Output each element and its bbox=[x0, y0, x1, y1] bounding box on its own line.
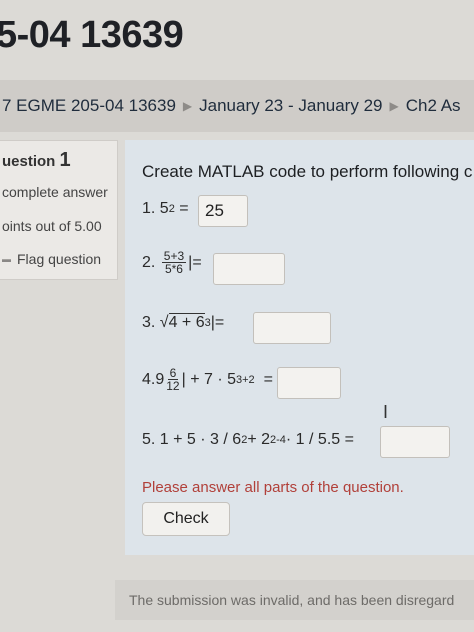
question-prompt: Create MATLAB code to perform following … bbox=[142, 162, 473, 181]
text-cursor-icon: I bbox=[383, 402, 389, 422]
question-number: 1 bbox=[59, 149, 71, 171]
breadcrumb-course[interactable]: 7 EGME 205-04 13639 bbox=[2, 96, 176, 116]
part-5-expression: 5. 1 + 5 · 3 / 62 + 2 2-4 · 1 / 5.5 = bbox=[142, 431, 354, 448]
breadcrumb-separator-icon: ▶ bbox=[182, 99, 193, 113]
question-label: uestion 1 bbox=[2, 149, 71, 171]
answer-field-5[interactable] bbox=[380, 426, 450, 458]
answer-field-1[interactable] bbox=[198, 195, 248, 227]
course-title: 5-04 13639 bbox=[0, 14, 184, 56]
validation-message: Please answer all parts of the question. bbox=[142, 479, 404, 496]
breadcrumb-assignment[interactable]: Ch2 As bbox=[406, 96, 461, 116]
breadcrumb-week[interactable]: January 23 - January 29 bbox=[199, 96, 382, 116]
part-1-expression: 1. 52 = bbox=[142, 200, 189, 217]
submission-notice: The submission was invalid, and has been… bbox=[115, 580, 474, 620]
radical-icon: √ bbox=[159, 313, 169, 331]
part-2-expression: 2. 5+3 5*6 | = bbox=[142, 249, 202, 276]
flag-question-link[interactable]: ▬ Flag question bbox=[2, 251, 101, 267]
breadcrumb-separator-icon: ▶ bbox=[389, 99, 399, 113]
part-4-expression: 4. 9 6 12 | + 7 · 5 3+2 = bbox=[142, 366, 273, 393]
check-button[interactable]: Check bbox=[142, 502, 230, 536]
question-info: uestion 1 complete answer oints out of 5… bbox=[0, 140, 118, 280]
question-state: complete answer bbox=[2, 184, 108, 200]
flag-question-label: Flag question bbox=[17, 251, 102, 267]
flag-icon: ▬ bbox=[2, 254, 11, 264]
breadcrumb: 7 EGME 205-04 13639 ▶ January 23 - Janua… bbox=[0, 80, 474, 132]
question-grade: oints out of 5.00 bbox=[2, 218, 102, 234]
part-3-expression: 3. √ 4 + 63 |= bbox=[142, 313, 225, 331]
answer-field-4[interactable] bbox=[277, 367, 341, 399]
fraction: 5+3 5*6 bbox=[161, 249, 187, 276]
fraction: 6 12 bbox=[166, 366, 180, 393]
answer-field-3[interactable] bbox=[253, 312, 331, 344]
answer-field-2[interactable] bbox=[213, 253, 285, 285]
question-formulation: Create MATLAB code to perform following … bbox=[125, 140, 474, 555]
